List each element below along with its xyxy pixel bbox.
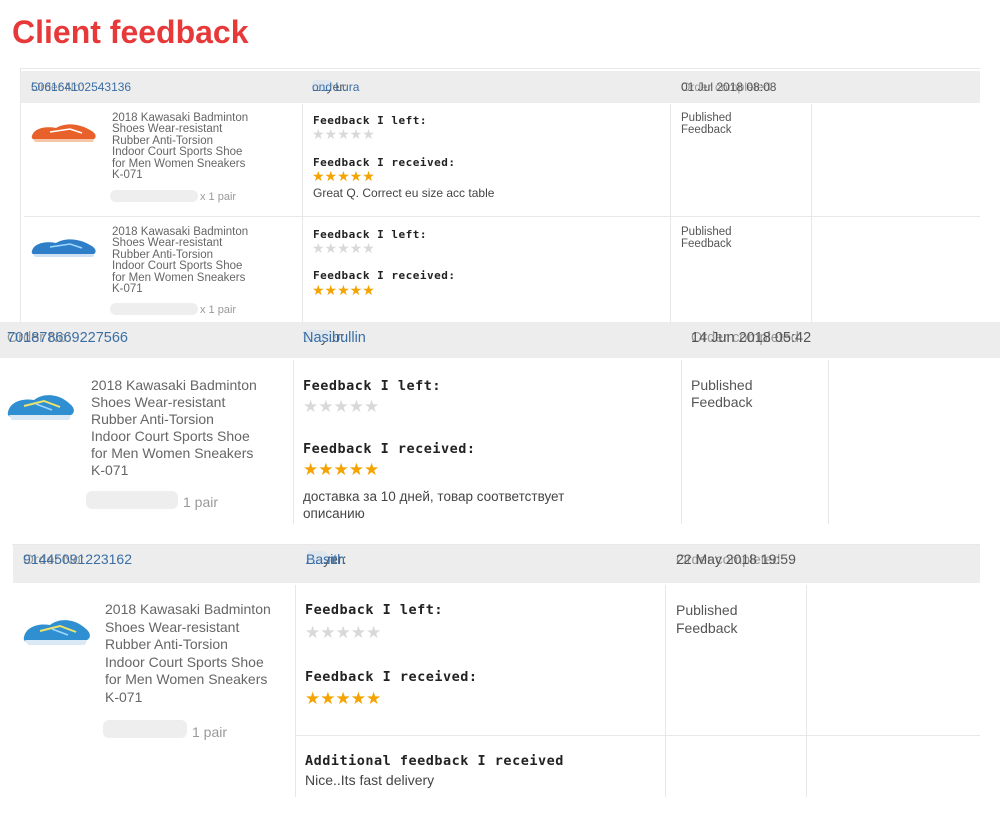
product-thumbnail[interactable] bbox=[22, 615, 92, 647]
divider bbox=[302, 104, 303, 322]
order-number-link[interactable]: 91445091223162 bbox=[23, 551, 132, 567]
received-feedback-text: доставка за 10 дней, товар соответствует… bbox=[303, 489, 565, 521]
divider bbox=[20, 68, 980, 69]
feedback-received-label: Feedback I received: bbox=[305, 669, 478, 685]
blurred-sku bbox=[86, 491, 178, 509]
received-rating-stars: ★★★★★ bbox=[312, 168, 375, 184]
divider bbox=[828, 360, 829, 524]
left-rating-stars: ★★★★★ bbox=[312, 126, 375, 142]
blurred-sku bbox=[110, 190, 198, 202]
blurred-sku bbox=[110, 303, 198, 315]
left-rating-stars: ★★★★★ bbox=[305, 623, 382, 642]
product-thumbnail[interactable] bbox=[30, 235, 98, 259]
order-header: Order No: 506164102543136 Buyer: Raond L… bbox=[21, 71, 980, 103]
feedback-received-label: Feedback I received: bbox=[303, 441, 476, 457]
order-number-link[interactable]: 506164102543136 bbox=[31, 80, 131, 94]
divider bbox=[811, 104, 812, 322]
product-name[interactable]: 2018 Kawasaki Badminton Shoes Wear-resist… bbox=[91, 377, 257, 479]
left-rating-stars: ★★★★★ bbox=[303, 397, 380, 416]
divider bbox=[806, 585, 807, 797]
received-rating-stars: ★★★★★ bbox=[305, 689, 382, 708]
published-feedback-status: Published Feedback bbox=[691, 377, 753, 410]
divider bbox=[665, 585, 666, 797]
divider bbox=[293, 360, 294, 524]
divider bbox=[295, 585, 296, 797]
received-rating-stars: ★★★★★ bbox=[312, 282, 375, 298]
feedback-left-label: Feedback I left: bbox=[305, 602, 444, 618]
divider bbox=[20, 68, 21, 322]
additional-feedback-text: Nice..Its fast delivery bbox=[305, 772, 435, 788]
page-title: Client feedback bbox=[12, 14, 249, 50]
product-thumbnail[interactable] bbox=[6, 390, 76, 422]
divider bbox=[24, 216, 980, 217]
received-feedback-text: Great Q. Correct eu size acc table bbox=[313, 186, 495, 200]
additional-feedback-label: Additional feedback I received bbox=[305, 753, 564, 769]
divider bbox=[681, 360, 682, 524]
feedback-left-label: Feedback I left: bbox=[303, 378, 442, 394]
quantity: 1 pair bbox=[183, 494, 219, 510]
order-completed-date: 22 May 2018 19:59 bbox=[676, 551, 796, 567]
order-completed-date: 01 Jul 2018 08:08 bbox=[681, 80, 777, 94]
order-header: Order No: 91445091223162 Buyer: AhmBasit… bbox=[13, 545, 980, 583]
order-number-link[interactable]: 701878669227566 bbox=[7, 330, 128, 346]
order-header: Order No: 701878669227566 Buyer: TiNasib… bbox=[0, 322, 1000, 358]
received-rating-stars: ★★★★★ bbox=[303, 460, 380, 479]
published-feedback-status: Published Feedback bbox=[676, 602, 738, 636]
order-completed-date: 14 Jun 2018 05:42 bbox=[691, 330, 812, 346]
product-name[interactable]: 2018 Kawasaki Badminton Shoes Wear-resist… bbox=[112, 226, 248, 295]
divider bbox=[296, 735, 980, 736]
product-name[interactable]: 2018 Kawasaki Badminton Shoes Wear-resist… bbox=[112, 112, 248, 181]
left-rating-stars: ★★★★★ bbox=[312, 240, 375, 256]
quantity: 1 pair bbox=[192, 724, 228, 740]
feedback-received-label: Feedback I received: bbox=[313, 269, 456, 282]
blurred-sku bbox=[103, 720, 187, 738]
product-thumbnail[interactable] bbox=[30, 120, 98, 144]
published-feedback-status: Published Feedback bbox=[681, 226, 732, 250]
quantity: x 1 pair bbox=[200, 191, 237, 203]
divider bbox=[670, 104, 671, 322]
published-feedback-status: Published Feedback bbox=[681, 112, 732, 136]
quantity: x 1 pair bbox=[200, 304, 237, 316]
product-name[interactable]: 2018 Kawasaki Badminton Shoes Wear-resist… bbox=[105, 601, 271, 707]
